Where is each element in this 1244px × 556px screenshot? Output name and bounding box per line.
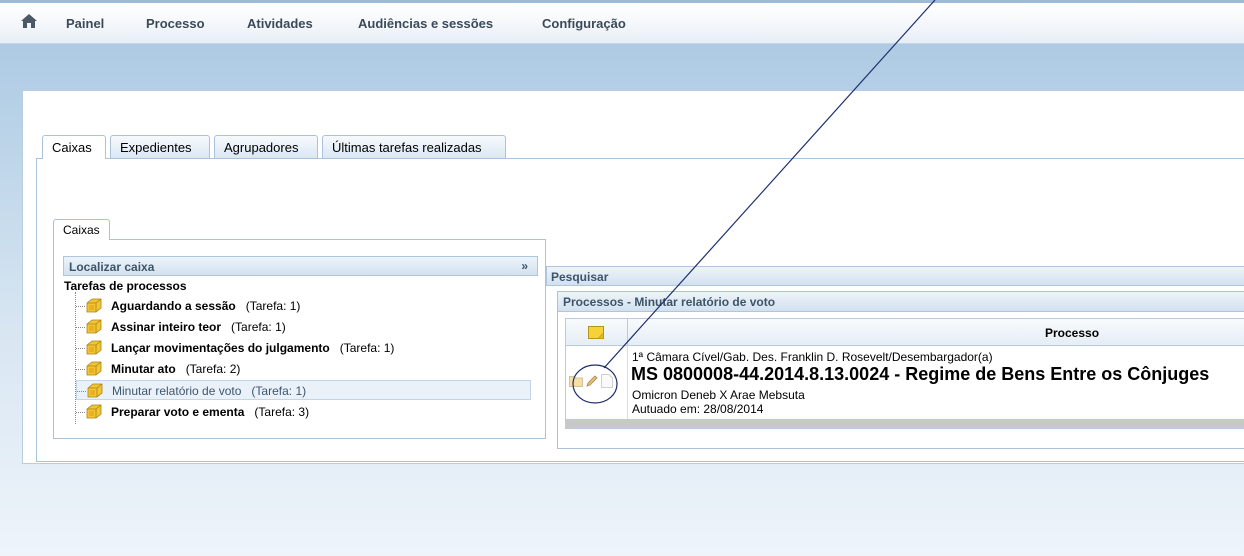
folder-icon[interactable] <box>569 374 583 387</box>
tab-expedientes-label: Expedientes <box>120 140 192 155</box>
tree-item-task[interactable]: Assinar inteiro teor (Tarefa: 1) <box>76 317 531 337</box>
column-header-processo[interactable]: Processo <box>1045 326 1099 340</box>
processos-panel-title: Processos - Minutar relatório de voto <box>558 292 1244 312</box>
top-navigation-bar: Painel Processo Atividades Audiências e … <box>0 0 1244 44</box>
tree-connector <box>77 391 86 392</box>
task-count: (Tarefa: 1) <box>251 384 307 398</box>
tab-ultimas-tarefas-label: Últimas tarefas realizadas <box>332 140 482 155</box>
tree-connector <box>76 348 85 349</box>
tree-item-task[interactable]: Lançar movimentações do julgamento (Tare… <box>76 338 531 358</box>
task-count: (Tarefa: 2) <box>185 362 241 376</box>
tree-item-task[interactable]: Aguardando a sessão (Tarefa: 1) <box>76 296 531 316</box>
box-icon <box>87 383 103 398</box>
tree-connector <box>76 327 85 328</box>
chevron-right-icon: » <box>521 259 528 273</box>
home-icon[interactable] <box>20 13 38 29</box>
task-count: (Tarefa: 3) <box>254 405 310 419</box>
sticky-note-icon[interactable] <box>588 326 604 339</box>
nav-processo[interactable]: Processo <box>146 16 205 31</box>
box-icon <box>86 361 102 376</box>
localizar-caixa-label: Localizar caixa <box>69 260 155 274</box>
nav-painel[interactable]: Painel <box>66 16 104 31</box>
tab-agrupadores[interactable]: Agrupadores <box>214 135 318 158</box>
task-name: Assinar inteiro teor <box>111 320 222 334</box>
tree-root-label: Tarefas de processos <box>64 279 187 293</box>
subtab-caixas[interactable]: Caixas <box>53 219 110 240</box>
process-orgao: 1ª Câmara Cível/Gab. Des. Franklin D. Ro… <box>632 350 993 364</box>
tab-caixas-label: Caixas <box>52 140 92 155</box>
tree-item-task[interactable]: Minutar ato (Tarefa: 2) <box>76 359 531 379</box>
tree-item-task[interactable]: Preparar voto e ementa (Tarefa: 3) <box>76 402 531 422</box>
tab-caixas[interactable]: Caixas <box>42 135 106 159</box>
tree-connector <box>76 412 85 413</box>
processos-grid-header: Processo <box>565 318 1244 346</box>
grid-header-icon-cell <box>566 319 628 345</box>
task-count: (Tarefa: 1) <box>339 341 395 355</box>
box-icon <box>86 404 102 419</box>
box-icon <box>86 298 102 313</box>
box-icon <box>86 319 102 334</box>
tab-agrupadores-label: Agrupadores <box>224 140 299 155</box>
task-name: Minutar ato <box>111 362 176 376</box>
pesquisar-toggle[interactable]: Pesquisar <box>546 266 1244 286</box>
nav-configuracao[interactable]: Configuração <box>542 16 626 31</box>
document-icon[interactable] <box>601 374 613 388</box>
tab-expedientes[interactable]: Expedientes <box>110 135 210 158</box>
process-autuado: Autuado em: 28/08/2014 <box>632 402 764 416</box>
tree-item-task[interactable]: Minutar relatório de voto (Tarefa: 1) <box>76 380 531 400</box>
nav-audiencias-e-sessoes[interactable]: Audiências e sessões <box>358 16 493 31</box>
task-name: Preparar voto e ementa <box>111 405 245 419</box>
task-name: Lançar movimentações do julgamento <box>111 341 330 355</box>
edit-pencil-icon[interactable] <box>585 374 599 388</box>
localizar-caixa-toggle[interactable]: Localizar caixa » <box>63 256 538 276</box>
task-name: Aguardando a sessão <box>111 299 236 313</box>
tree-connector <box>76 369 85 370</box>
grid-footer-scrollbar[interactable] <box>565 419 1244 429</box>
task-count: (Tarefa: 1) <box>231 320 286 334</box>
box-icon <box>86 340 102 355</box>
task-count: (Tarefa: 1) <box>245 299 301 313</box>
nav-atividades[interactable]: Atividades <box>247 16 313 31</box>
tab-ultimas-tarefas-realizadas[interactable]: Últimas tarefas realizadas <box>322 135 506 158</box>
tree-connector <box>76 306 85 307</box>
process-number-link[interactable]: MS 0800008-44.2014.8.13.0024 - Regime de… <box>631 364 1209 385</box>
task-name: Minutar relatório de voto <box>112 384 242 398</box>
process-partes: Omicron Deneb X Arae Mebsuta <box>632 388 805 402</box>
